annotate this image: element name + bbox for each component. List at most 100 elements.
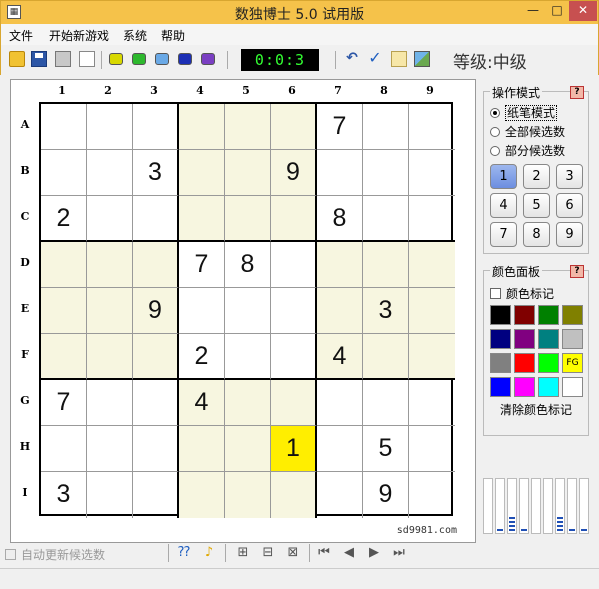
new-document-icon[interactable] — [79, 51, 95, 67]
hint-cursor-icon[interactable]: ⁇ — [176, 545, 192, 561]
sudoku-cell[interactable] — [363, 150, 409, 196]
sudoku-cell[interactable]: 7 — [317, 104, 363, 150]
digit-button[interactable]: 1 — [490, 164, 517, 189]
sudoku-cell[interactable] — [409, 334, 455, 380]
menu-system[interactable]: 系统 — [123, 27, 147, 44]
sudoku-cell[interactable] — [317, 242, 363, 288]
color-swatch[interactable] — [514, 329, 535, 349]
menu-file[interactable]: 文件 — [9, 27, 33, 44]
color-swatch[interactable] — [538, 329, 559, 349]
sudoku-cell[interactable] — [179, 288, 225, 334]
dark-blue-dot-icon[interactable] — [178, 53, 192, 65]
sudoku-cell[interactable]: 9 — [133, 288, 179, 334]
sudoku-cell[interactable]: 7 — [179, 242, 225, 288]
digit-button[interactable]: 8 — [523, 222, 550, 247]
sudoku-cell[interactable] — [133, 472, 179, 518]
check-icon[interactable]: ✓ — [367, 50, 383, 67]
copy-icon[interactable] — [391, 51, 407, 67]
clear-color-marks-button[interactable]: 清除颜色标记 — [484, 401, 588, 418]
sudoku-cell[interactable] — [225, 104, 271, 150]
digit-button[interactable]: 7 — [490, 222, 517, 247]
sudoku-cell[interactable] — [409, 472, 455, 518]
save-icon[interactable] — [31, 51, 47, 67]
sudoku-cell[interactable] — [41, 242, 87, 288]
sudoku-cell[interactable] — [409, 288, 455, 334]
sudoku-cell[interactable] — [87, 426, 133, 472]
sudoku-cell[interactable] — [409, 380, 455, 426]
color-swatch[interactable] — [562, 305, 583, 325]
sudoku-cell[interactable] — [225, 288, 271, 334]
sudoku-cell[interactable] — [41, 150, 87, 196]
sudoku-cell[interactable] — [179, 150, 225, 196]
sudoku-cell[interactable] — [87, 472, 133, 518]
minimize-button[interactable]: — — [521, 1, 545, 21]
menu-new-game[interactable]: 开始新游戏 — [49, 27, 109, 44]
sudoku-cell[interactable] — [271, 104, 317, 150]
checkbox-icon[interactable] — [490, 288, 501, 299]
sudoku-cell[interactable] — [87, 150, 133, 196]
sudoku-cell[interactable] — [271, 288, 317, 334]
sudoku-cell[interactable] — [363, 242, 409, 288]
sudoku-cell[interactable] — [87, 104, 133, 150]
sudoku-cell[interactable] — [317, 288, 363, 334]
digit-button[interactable]: 9 — [556, 222, 583, 247]
maximize-button[interactable]: □ — [546, 1, 568, 21]
sudoku-cell[interactable] — [133, 426, 179, 472]
color-mark-toggle[interactable]: 颜色标记 — [490, 285, 554, 302]
sudoku-cell[interactable] — [225, 334, 271, 380]
sudoku-cell[interactable]: 1 — [271, 426, 317, 472]
sudoku-cell[interactable] — [225, 380, 271, 426]
radio-icon[interactable] — [490, 146, 500, 156]
color-swatch[interactable] — [562, 329, 583, 349]
last-step-icon[interactable]: ⏭ — [391, 545, 407, 561]
sudoku-cell[interactable] — [317, 426, 363, 472]
color-swatch[interactable] — [538, 377, 559, 397]
sudoku-cell[interactable] — [271, 242, 317, 288]
digit-button[interactable]: 6 — [556, 193, 583, 218]
sudoku-cell[interactable] — [87, 288, 133, 334]
sudoku-cell[interactable] — [179, 104, 225, 150]
color-swatch[interactable] — [490, 329, 511, 349]
color-swatch[interactable] — [490, 377, 511, 397]
first-step-icon[interactable]: ⏮ — [316, 545, 332, 561]
sudoku-cell[interactable] — [271, 334, 317, 380]
sudoku-cell[interactable]: 7 — [41, 380, 87, 426]
sudoku-cell[interactable] — [225, 150, 271, 196]
color-swatch[interactable] — [538, 305, 559, 325]
sudoku-cell[interactable] — [133, 380, 179, 426]
sudoku-cell[interactable] — [363, 196, 409, 242]
yellow-dot-icon[interactable] — [109, 53, 123, 65]
radio-all-candidates[interactable]: 全部候选数 — [490, 123, 565, 140]
sudoku-cell[interactable]: 2 — [41, 196, 87, 242]
radio-pen-mode[interactable]: 纸笔模式 — [490, 104, 558, 121]
foreground-color-swatch[interactable]: FG — [562, 353, 583, 373]
radio-partial-candidates[interactable]: 部分候选数 — [490, 142, 565, 159]
sudoku-cell[interactable] — [317, 380, 363, 426]
tree-delete-icon[interactable]: ⊠ — [285, 545, 301, 561]
sudoku-cell[interactable]: 2 — [179, 334, 225, 380]
sudoku-cell[interactable] — [87, 334, 133, 380]
digit-button[interactable]: 2 — [523, 164, 550, 189]
sudoku-cell[interactable] — [363, 380, 409, 426]
light-blue-dot-icon[interactable] — [155, 53, 169, 65]
sudoku-cell[interactable] — [41, 334, 87, 380]
sudoku-cell[interactable] — [179, 426, 225, 472]
previous-step-icon[interactable]: ◀ — [341, 545, 357, 561]
sudoku-cell[interactable]: 9 — [271, 150, 317, 196]
tree-collapse-icon[interactable]: ⊟ — [260, 545, 276, 561]
color-swatch[interactable] — [490, 305, 511, 325]
sudoku-cell[interactable] — [87, 196, 133, 242]
tree-expand-icon[interactable]: ⊞ — [235, 545, 251, 561]
color-swatch[interactable] — [490, 353, 511, 373]
sudoku-cell[interactable] — [409, 150, 455, 196]
sudoku-cell[interactable]: 4 — [179, 380, 225, 426]
digit-button[interactable]: 3 — [556, 164, 583, 189]
color-swatch[interactable] — [562, 377, 583, 397]
undo-icon[interactable]: ↶ — [344, 51, 360, 67]
mode-help-button[interactable]: ? — [570, 86, 584, 99]
sudoku-cell[interactable] — [271, 196, 317, 242]
color-swatch[interactable] — [514, 353, 535, 373]
sudoku-cell[interactable] — [179, 472, 225, 518]
sudoku-cell[interactable] — [225, 196, 271, 242]
sudoku-cell[interactable] — [133, 196, 179, 242]
